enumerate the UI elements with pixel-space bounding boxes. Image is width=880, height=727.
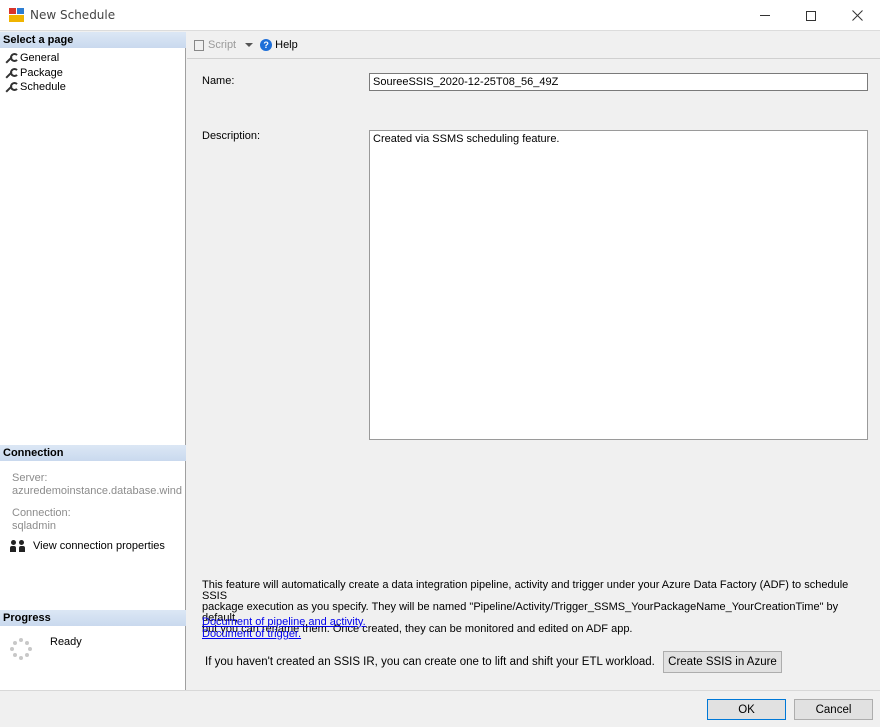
toolbar: Script ? Help — [187, 32, 880, 58]
help-icon: ? — [260, 39, 273, 51]
trigger-doc-link[interactable]: Document of trigger. — [202, 628, 301, 640]
description-textarea[interactable]: Created via SSMS scheduling feature. — [369, 130, 868, 440]
create-ssis-button[interactable]: Create SSIS in Azure — [663, 651, 782, 673]
connection-header: Connection — [0, 445, 186, 461]
page-item-label: General — [20, 52, 60, 65]
app-icon — [9, 8, 24, 22]
script-dropdown-arrow-icon[interactable] — [245, 43, 254, 47]
toolbar-divider — [187, 58, 880, 59]
connection-label: Connection: — [12, 507, 71, 519]
server-label: Server: — [12, 472, 48, 484]
page-item-schedule[interactable]: Schedule — [4, 80, 66, 95]
wrench-icon — [4, 52, 19, 64]
maximize-icon — [806, 10, 816, 21]
progress-status: Ready — [50, 636, 82, 648]
left-pane: Select a page General Package Schedule C… — [0, 32, 186, 690]
progress-header: Progress — [0, 610, 186, 626]
name-label: Name: — [202, 75, 235, 87]
script-icon — [193, 39, 205, 51]
minimize-button[interactable] — [742, 0, 788, 31]
page-item-label: Schedule — [20, 81, 66, 94]
close-icon — [851, 10, 863, 21]
description-label: Description: — [202, 130, 261, 142]
title-bar: New Schedule — [0, 0, 880, 31]
maximize-button[interactable] — [788, 0, 834, 31]
ok-button[interactable]: OK — [707, 699, 786, 720]
connection-value: sqladmin — [12, 520, 57, 532]
server-value: azuredemoinstance.database.wind — [12, 485, 183, 497]
view-connection-properties-link[interactable]: View connection properties — [10, 540, 165, 552]
window-title: New Schedule — [30, 8, 116, 22]
pipeline-doc-link[interactable]: Document of pipeline and activity. — [202, 616, 366, 628]
wrench-icon — [4, 67, 19, 79]
close-button[interactable] — [834, 0, 880, 31]
progress-spinner-icon — [10, 638, 32, 660]
ssis-ir-text: If you haven't created an SSIS IR, you c… — [205, 656, 655, 668]
minimize-icon — [760, 15, 770, 16]
view-connection-label: View connection properties — [33, 540, 165, 552]
page-item-general[interactable]: General — [4, 51, 66, 66]
page-item-label: Package — [20, 66, 63, 79]
page-list: General Package Schedule — [4, 51, 66, 95]
wrench-icon — [4, 81, 19, 93]
page-item-package[interactable]: Package — [4, 66, 66, 81]
people-icon — [10, 540, 26, 552]
name-input[interactable] — [369, 73, 868, 91]
script-button[interactable]: Script — [208, 39, 236, 51]
select-page-header: Select a page — [0, 32, 186, 48]
info-line-1: This feature will automatically create a… — [202, 579, 849, 602]
cancel-button[interactable]: Cancel — [794, 699, 873, 720]
help-button[interactable]: Help — [275, 39, 298, 51]
